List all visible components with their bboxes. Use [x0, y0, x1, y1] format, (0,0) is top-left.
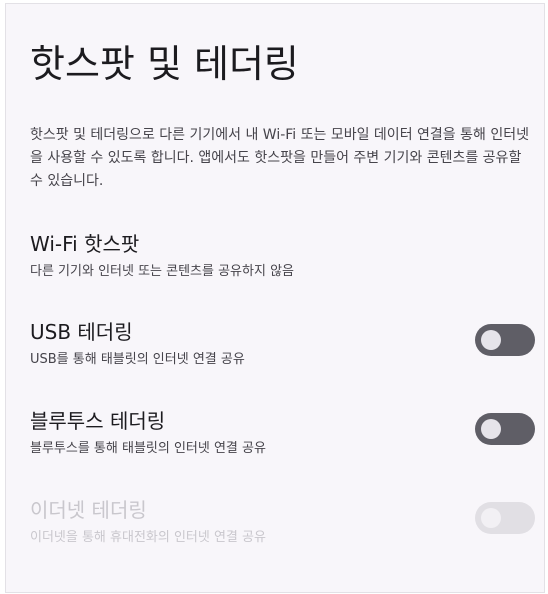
settings-panel: 핫스팟 및 테더링 핫스팟 및 테더링으로 다른 기기에서 내 Wi-Fi 또는… [5, 3, 545, 593]
wifi-hotspot-item[interactable]: Wi-Fi 핫스팟 다른 기기와 인터넷 또는 콘텐츠를 공유하지 않음 [6, 230, 544, 300]
usb-tethering-summary: USB를 통해 태블릿의 인터넷 연결 공유 [30, 352, 245, 367]
wifi-hotspot-summary: 다른 기기와 인터넷 또는 콘텐츠를 공유하지 않음 [30, 264, 294, 279]
bluetooth-tethering-title: 블루투스 테더링 [30, 409, 166, 433]
bluetooth-tethering-item[interactable]: 블루투스 테더링 블루투스를 통해 태블릿의 인터넷 연결 공유 [6, 407, 544, 477]
bluetooth-tethering-summary: 블루투스를 통해 태블릿의 인터넷 연결 공유 [30, 441, 266, 456]
wifi-hotspot-title: Wi-Fi 핫스팟 [30, 232, 140, 256]
ethernet-tethering-title: 이더넷 테더링 [30, 498, 147, 522]
ethernet-tethering-toggle [475, 502, 535, 534]
page-description: 핫스팟 및 테더링으로 다른 기기에서 내 Wi-Fi 또는 모바일 데이터 연… [30, 127, 529, 189]
bluetooth-tethering-toggle[interactable] [475, 413, 535, 445]
usb-tethering-toggle[interactable] [475, 324, 535, 356]
toggle-thumb [481, 508, 501, 528]
toggle-thumb [481, 419, 501, 439]
usb-tethering-item[interactable]: USB 테더링 USB를 통해 태블릿의 인터넷 연결 공유 [6, 318, 544, 388]
toggle-thumb [481, 330, 501, 350]
ethernet-tethering-item: 이더넷 테더링 이더넷을 통해 휴대전화의 인터넷 연결 공유 [6, 496, 544, 566]
page-title: 핫스팟 및 테더링 [30, 42, 299, 86]
usb-tethering-title: USB 테더링 [30, 320, 133, 344]
ethernet-tethering-summary: 이더넷을 통해 휴대전화의 인터넷 연결 공유 [30, 530, 266, 545]
